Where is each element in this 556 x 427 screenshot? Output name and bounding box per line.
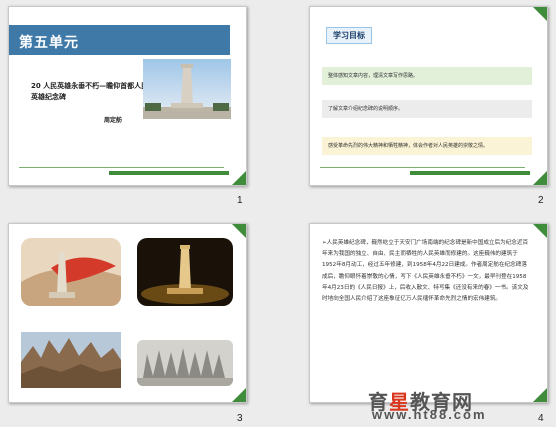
- objective-item: 了解文章介绍纪念碑的说明顺序。: [322, 100, 532, 118]
- soldiers-sculpture-photo: [21, 332, 121, 388]
- objectives-title: 学习目标: [326, 27, 372, 44]
- slide-thumbnail-4[interactable]: ➢人民英雄纪念碑，巍然屹立于天安门广场南端的纪念碑是新中国成立后为纪念近百年来为…: [309, 223, 548, 403]
- slide-number-1: 1: [237, 195, 243, 206]
- author-name: 周定舫: [104, 117, 123, 124]
- divider-line: [320, 167, 525, 168]
- slide-thumbnail-3[interactable]: [8, 223, 247, 403]
- monument-night-photo: [137, 238, 233, 306]
- site-watermark-url: www.ht88.com: [372, 407, 487, 422]
- slide-number-3: 3: [237, 413, 243, 424]
- slide-thumbnail-2[interactable]: 学习目标 整体感知文章内容，理清文章写作思路。 了解文章介绍纪念碑的说明顺序。 …: [309, 6, 548, 186]
- slide-thumbnail-1[interactable]: 第五单元 20 人民英雄永垂不朽—瞻仰首都人民英雄纪念碑 周定舫: [8, 6, 247, 186]
- bottom-accent-bar: [109, 171, 229, 175]
- objective-item: 整体感知文章内容，理清文章写作思路。: [322, 67, 532, 85]
- objective-item: 感受革命先烈的伟大精神和牺牲精神，体会作者对人民英雄的崇敬之情。: [322, 137, 532, 155]
- unit-title: 第五单元: [19, 35, 79, 51]
- bottom-accent-bar: [410, 171, 530, 175]
- corner-accent: [533, 171, 547, 185]
- corner-accent: [533, 7, 547, 21]
- body-text: ➢人民英雄纪念碑，巍然屹立于天安门广场南端的纪念碑是新中国成立后为纪念近百年来为…: [322, 240, 529, 303]
- corner-accent: [232, 224, 246, 238]
- monument-photo: [143, 59, 231, 119]
- lesson-title: 20 人民英雄永垂不朽—瞻仰首都人民英雄纪念碑: [31, 82, 149, 101]
- relief-carving-photo: [137, 340, 233, 386]
- slide-number-4: 4: [538, 413, 544, 424]
- corner-accent: [533, 388, 547, 402]
- corner-accent: [533, 224, 547, 238]
- monument-with-flag-photo: [21, 238, 121, 306]
- corner-accent: [232, 171, 246, 185]
- corner-accent: [232, 388, 246, 402]
- slide-number-2: 2: [538, 195, 544, 206]
- divider-line: [19, 167, 224, 168]
